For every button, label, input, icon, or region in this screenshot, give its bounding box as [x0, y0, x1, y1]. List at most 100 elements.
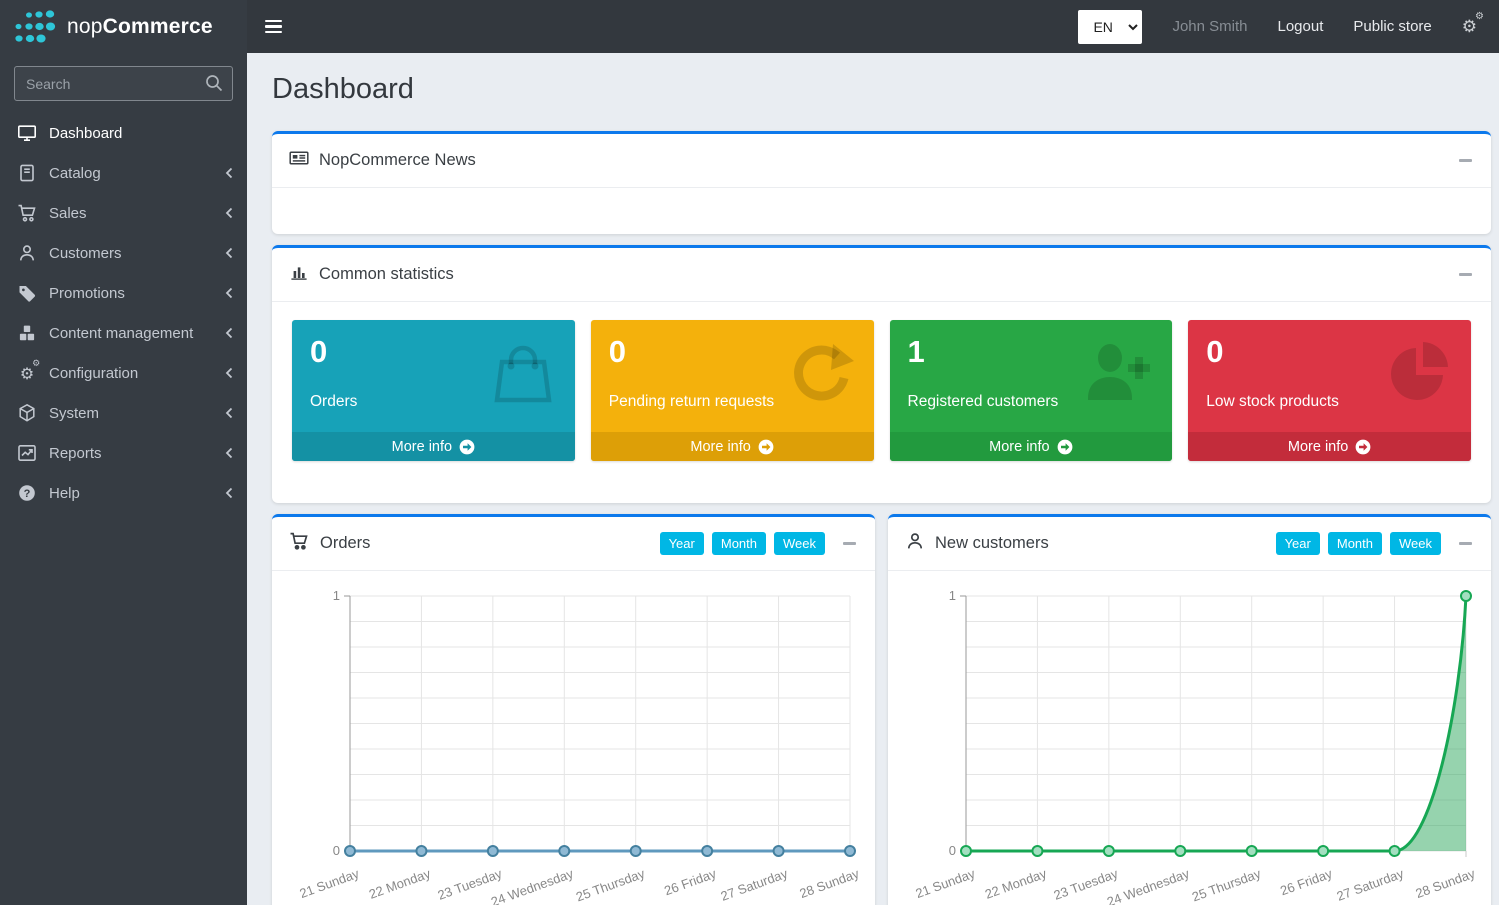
- panel-title: New customers: [935, 534, 1049, 553]
- monitor-icon: [16, 123, 38, 143]
- arrow-circle-right-icon: [459, 439, 475, 455]
- orders-line-chart: 1021 Sunday22 Monday23 Tuesday24 Wednesd…: [282, 581, 865, 905]
- book-icon: [16, 163, 38, 183]
- refresh-icon: [786, 336, 858, 413]
- svg-text:21 Sunday: 21 Sunday: [913, 866, 977, 902]
- orders-info-box: 0 Orders More info: [292, 320, 575, 461]
- svg-text:22 Monday: 22 Monday: [983, 866, 1049, 902]
- bar-chart-icon: [289, 262, 309, 287]
- customers-year-button[interactable]: Year: [1276, 532, 1320, 555]
- news-body: [272, 188, 1491, 234]
- brand-logo: nopCommerce: [0, 0, 247, 53]
- svg-text:0: 0: [949, 843, 956, 858]
- svg-text:27 Saturday: 27 Saturday: [719, 866, 790, 904]
- customers-month-button[interactable]: Month: [1328, 532, 1382, 555]
- svg-text:25 Thursday: 25 Thursday: [1190, 866, 1263, 905]
- chevron-left-icon: [225, 367, 233, 379]
- page-title: Dashboard: [272, 73, 1491, 106]
- svg-text:?: ?: [24, 488, 31, 500]
- collapse-minus-icon[interactable]: [1449, 267, 1474, 282]
- svg-text:25 Thursday: 25 Thursday: [574, 866, 647, 905]
- cart-icon: [16, 203, 38, 223]
- public-store-link[interactable]: Public store: [1353, 18, 1431, 35]
- svg-text:1: 1: [333, 588, 340, 603]
- arrow-circle-right-icon: [1057, 439, 1073, 455]
- sidebar-item-label: Customers: [49, 245, 122, 262]
- orders-year-button[interactable]: Year: [660, 532, 704, 555]
- logout-button[interactable]: Logout: [1277, 18, 1323, 35]
- panel-title: Common statistics: [319, 265, 454, 284]
- search-input[interactable]: [14, 66, 233, 101]
- collapse-minus-icon[interactable]: [833, 536, 858, 551]
- user-icon: [16, 243, 38, 263]
- sidebar-item-customers[interactable]: Customers: [0, 233, 247, 273]
- registered-customers-info-box: 1 Registered customers More info: [890, 320, 1173, 461]
- orders-week-button[interactable]: Week: [774, 532, 825, 555]
- chevron-left-icon: [225, 447, 233, 459]
- main-content: Dashboard NopCommerce News Common statis…: [247, 53, 1499, 905]
- chevron-left-icon: [225, 327, 233, 339]
- sidebar-item-sales[interactable]: Sales: [0, 193, 247, 233]
- svg-text:24 Wednesday: 24 Wednesday: [489, 866, 576, 905]
- svg-text:22 Monday: 22 Monday: [367, 866, 433, 902]
- shopping-bag-icon: [487, 336, 559, 413]
- search-icon: [204, 73, 224, 98]
- sidebar-item-label: Content management: [49, 325, 193, 342]
- orders-month-button[interactable]: Month: [712, 532, 766, 555]
- new-customers-chart-panel: New customers Year Month Week 1021 Sunda…: [888, 514, 1491, 905]
- top-bar: nopCommerce EN John Smith Logout Public …: [0, 0, 1499, 53]
- sidebar-item-help[interactable]: ? Help: [0, 473, 247, 513]
- sidebar-item-catalog[interactable]: Catalog: [0, 153, 247, 193]
- chart-line-icon: [16, 443, 38, 463]
- svg-text:24 Wednesday: 24 Wednesday: [1105, 866, 1192, 905]
- sidebar-menu: Dashboard Catalog Sales Customers Promot…: [0, 113, 247, 513]
- chevron-left-icon: [225, 407, 233, 419]
- sidebar-item-label: Sales: [49, 205, 87, 222]
- tag-icon: [16, 283, 38, 303]
- new-customers-line-chart: 1021 Sunday22 Monday23 Tuesday24 Wednesd…: [898, 581, 1481, 905]
- chevron-left-icon: [225, 167, 233, 179]
- pending-returns-info-box: 0 Pending return requests More info: [591, 320, 874, 461]
- chevron-left-icon: [225, 207, 233, 219]
- news-panel: NopCommerce News: [272, 131, 1491, 234]
- collapse-minus-icon[interactable]: [1449, 153, 1474, 168]
- sidebar-item-content-management[interactable]: Content management: [0, 313, 247, 353]
- sidebar-item-reports[interactable]: Reports: [0, 433, 247, 473]
- sidebar-item-configuration[interactable]: ⚙⚙ Configuration: [0, 353, 247, 393]
- cart-icon: [289, 531, 310, 556]
- more-info-link[interactable]: More info: [292, 432, 575, 461]
- panel-title: NopCommerce News: [319, 151, 476, 170]
- user-name: John Smith: [1172, 18, 1247, 35]
- sidebar-item-dashboard[interactable]: Dashboard: [0, 113, 247, 153]
- sidebar-item-label: Promotions: [49, 285, 125, 302]
- customers-week-button[interactable]: Week: [1390, 532, 1441, 555]
- sidebar-item-label: Dashboard: [49, 125, 122, 142]
- svg-text:28 Sunday: 28 Sunday: [1413, 866, 1477, 902]
- sidebar-toggle-button[interactable]: [265, 20, 282, 34]
- sidebar-item-promotions[interactable]: Promotions: [0, 273, 247, 313]
- orders-chart-panel: Orders Year Month Week 1021 Sunday22 Mon…: [272, 514, 875, 905]
- sidebar-item-system[interactable]: System: [0, 393, 247, 433]
- question-circle-icon: ?: [16, 483, 38, 503]
- svg-text:26 Friday: 26 Friday: [662, 866, 719, 899]
- low-stock-info-box: 0 Low stock products More info: [1188, 320, 1471, 461]
- language-select[interactable]: EN: [1078, 10, 1142, 44]
- top-nav: EN John Smith Logout Public store ⚙⚙: [247, 0, 1499, 53]
- more-info-link[interactable]: More info: [1188, 432, 1471, 461]
- pie-chart-icon: [1383, 336, 1455, 413]
- svg-text:21 Sunday: 21 Sunday: [297, 866, 361, 902]
- cube-icon: [16, 403, 38, 423]
- svg-text:28 Sunday: 28 Sunday: [797, 866, 861, 902]
- arrow-circle-right-icon: [758, 439, 774, 455]
- sidebar-item-label: Reports: [49, 445, 102, 462]
- svg-text:26 Friday: 26 Friday: [1278, 866, 1335, 899]
- nopcommerce-dots-icon: [12, 8, 58, 46]
- collapse-minus-icon[interactable]: [1449, 536, 1474, 551]
- sidebar-item-label: Configuration: [49, 365, 138, 382]
- chevron-left-icon: [225, 487, 233, 499]
- more-info-link[interactable]: More info: [591, 432, 874, 461]
- cubes-icon: [16, 323, 38, 343]
- more-info-link[interactable]: More info: [890, 432, 1173, 461]
- settings-gears-icon[interactable]: ⚙⚙: [1462, 17, 1477, 37]
- sidebar: Dashboard Catalog Sales Customers Promot…: [0, 53, 247, 905]
